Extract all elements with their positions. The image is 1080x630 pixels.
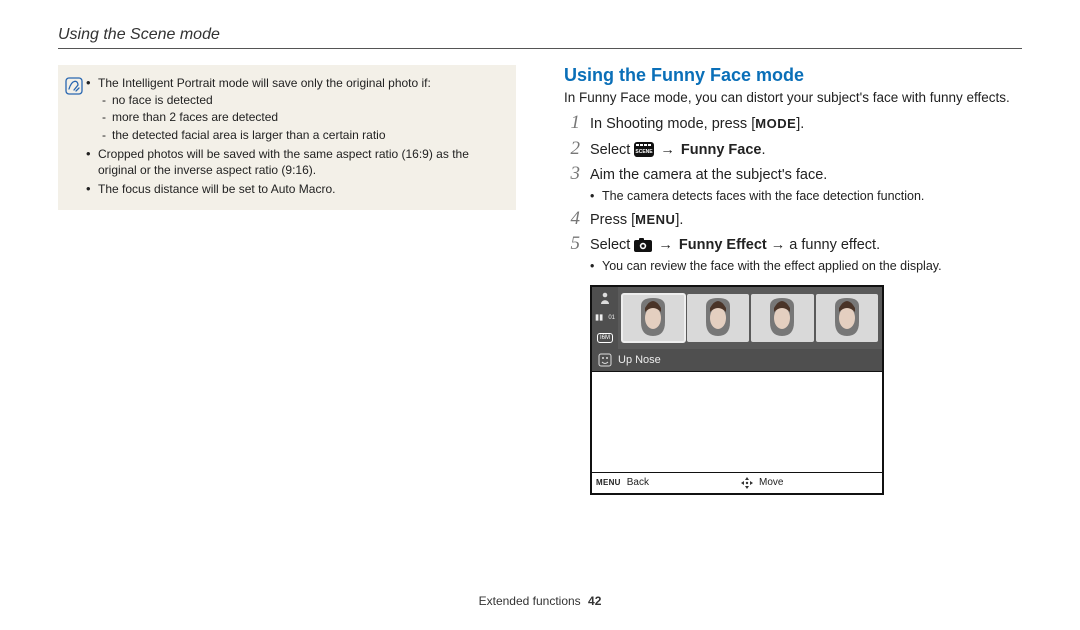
- step-2-arrow: →: [654, 142, 681, 158]
- thumb-4[interactable]: [816, 294, 879, 342]
- mode-button-label: MODE: [755, 116, 796, 131]
- effect-label-icon: [592, 353, 618, 367]
- step-4-post: ].: [675, 212, 683, 228]
- screenshot-footer: MENU Back Move: [592, 473, 882, 493]
- note-sub-0: no face is detected: [98, 92, 506, 108]
- camera-screenshot: 01 I6M: [590, 285, 884, 495]
- note-item-2: The focus distance will be set to Auto M…: [86, 181, 506, 197]
- step-2-post: .: [761, 142, 765, 158]
- section-title: Using the Funny Face mode: [564, 65, 1022, 86]
- step-2-pre: Select: [590, 142, 634, 158]
- step-list: 1 In Shooting mode, press [MODE]. 2 Sele…: [564, 113, 1022, 275]
- thumb-1[interactable]: [622, 294, 685, 342]
- note-item-1: Cropped photos will be saved with the sa…: [86, 146, 506, 178]
- sidebar-person-icon: [595, 290, 615, 306]
- thumb-3[interactable]: [751, 294, 814, 342]
- step-5: Select → Funny Effect → a funny effect. …: [590, 234, 942, 274]
- step-4-pre: Press [: [590, 212, 635, 228]
- step-3: Aim the camera at the subject's face. Th…: [590, 164, 924, 204]
- step-num-5: 5: [564, 234, 580, 255]
- step-num-4: 4: [564, 209, 580, 230]
- header-rule: [58, 48, 1022, 49]
- effect-label-text: Up Nose: [618, 354, 661, 366]
- sidebar-count-icon: 01: [595, 310, 615, 326]
- page-header-title: Using the Scene mode: [58, 26, 1022, 44]
- menu-button-label: MENU: [635, 212, 675, 227]
- step-5-arrow1: →: [652, 237, 679, 253]
- step-4: Press [MENU].: [590, 209, 683, 231]
- footer-move-label: Move: [759, 477, 783, 488]
- step-2-bold: Funny Face: [681, 142, 762, 158]
- step-1-post: ].: [796, 116, 804, 132]
- svg-text:SCENE: SCENE: [636, 149, 654, 155]
- footer-move-icon: [741, 477, 753, 489]
- sidebar-count: 01: [608, 315, 615, 321]
- camera-icon: [634, 238, 652, 252]
- scene-icon: SCENE: [634, 142, 654, 157]
- thumb-2[interactable]: [687, 294, 750, 342]
- step-1-pre: In Shooting mode, press [: [590, 116, 755, 132]
- step-5-post: → a funny effect.: [767, 237, 880, 253]
- footer-page-number: 42: [588, 594, 601, 608]
- note-item-0: The Intelligent Portrait mode will save …: [98, 76, 431, 90]
- page-footer: Extended functions 42: [0, 594, 1080, 608]
- step-3-text: Aim the camera at the subject's face.: [590, 167, 827, 183]
- screenshot-effect-label-row: Up Nose: [592, 349, 882, 371]
- note-box: The Intelligent Portrait mode will save …: [58, 65, 516, 210]
- screenshot-canvas: [592, 371, 882, 473]
- step-2: Select SCENE → Funny Face.: [590, 139, 766, 161]
- note-icon: [64, 76, 86, 96]
- step-num-3: 3: [564, 164, 580, 185]
- footer-menu-icon: MENU: [596, 478, 621, 487]
- step-5-pre: Select: [590, 237, 634, 253]
- footer-back-label: Back: [627, 477, 649, 488]
- step-5-bold: Funny Effect: [679, 237, 767, 253]
- step-num-1: 1: [564, 113, 580, 134]
- footer-section: Extended functions: [479, 594, 581, 608]
- screenshot-thumbs: [618, 287, 882, 349]
- note-sub-1: more than 2 faces are detected: [98, 109, 506, 125]
- note-body: The Intelligent Portrait mode will save …: [86, 75, 506, 200]
- note-sub-2: the detected facial area is larger than …: [98, 127, 506, 143]
- sidebar-size-icon: I6M: [595, 330, 615, 346]
- step-5-sub: You can review the face with the effect …: [590, 258, 942, 275]
- step-3-sub: The camera detects faces with the face d…: [590, 188, 924, 205]
- left-column: The Intelligent Portrait mode will save …: [58, 65, 516, 495]
- step-1: In Shooting mode, press [MODE].: [590, 113, 804, 135]
- section-intro: In Funny Face mode, you can distort your…: [564, 90, 1022, 105]
- screenshot-sidebar: 01 I6M: [592, 287, 618, 349]
- right-column: Using the Funny Face mode In Funny Face …: [564, 65, 1022, 495]
- step-num-2: 2: [564, 139, 580, 160]
